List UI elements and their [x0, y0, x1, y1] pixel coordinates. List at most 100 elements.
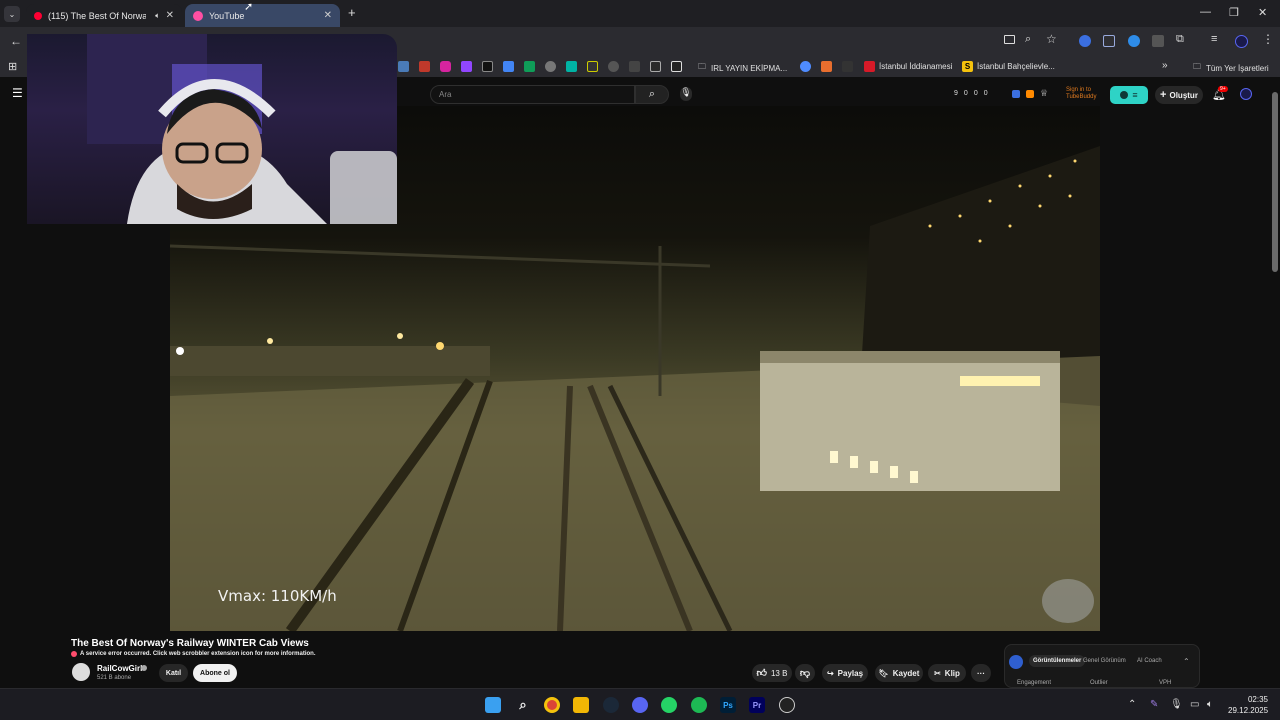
- extension-icon-1[interactable]: [1079, 35, 1091, 47]
- bookmark-icon[interactable]: [419, 61, 430, 72]
- close-tab-icon[interactable]: ✕: [324, 10, 332, 21]
- puzzle-icon[interactable]: ⧉: [1176, 33, 1184, 46]
- create-button[interactable]: + Oluştur: [1155, 86, 1203, 104]
- like-count: 13 B: [770, 668, 788, 678]
- stats-tab-ai-coach[interactable]: AI Coach: [1137, 658, 1162, 664]
- media-control-icon[interactable]: ≡: [1211, 33, 1217, 45]
- close-tab-icon[interactable]: ✕: [166, 10, 174, 21]
- search-icon[interactable]: ⌕: [515, 697, 531, 713]
- s-icon: S: [962, 61, 973, 72]
- bookmark-icon[interactable]: [671, 61, 682, 72]
- cast-icon[interactable]: [1004, 35, 1015, 44]
- bookmark-icon[interactable]: [821, 61, 832, 72]
- trophy-icon[interactable]: ♕: [1040, 88, 1048, 99]
- obs-icon[interactable]: [779, 697, 795, 713]
- error-message[interactable]: A service error occurred. Click web scro…: [71, 651, 316, 657]
- teal-extension-button[interactable]: ≡: [1110, 86, 1148, 104]
- extension-icon[interactable]: [1012, 90, 1020, 98]
- bookmark-icon[interactable]: [650, 61, 661, 72]
- folder-icon: 🗀︎: [698, 62, 706, 71]
- bookmark-icon[interactable]: [566, 61, 577, 72]
- instagram-icon[interactable]: [440, 61, 451, 72]
- tubebuddy-sign-in-link[interactable]: Sign in to TubeBuddy: [1066, 87, 1096, 101]
- all-bookmarks-folder[interactable]: 🗀︎ Tüm Yer İşaretleri: [1193, 61, 1269, 75]
- bookmark-icon[interactable]: [545, 61, 556, 72]
- channel-avatar[interactable]: [72, 663, 90, 681]
- bookmark-icon[interactable]: [842, 61, 853, 72]
- sign-in-line-1: Sign in to: [1066, 87, 1092, 93]
- avatar[interactable]: [1240, 88, 1252, 100]
- stats-tab-overview[interactable]: Genel Görünüm: [1083, 658, 1126, 664]
- chatgpt-icon[interactable]: [608, 61, 619, 72]
- file-explorer-icon[interactable]: [573, 697, 589, 713]
- bookmark-icon[interactable]: [587, 61, 598, 72]
- clock[interactable]: 02:35 29.12.2025: [1228, 694, 1268, 716]
- tray-chevron-icon[interactable]: ⌃: [1128, 699, 1136, 710]
- bookmark-istanbul-bahcelievler[interactable]: S İstanbul Bahçelievle...: [962, 61, 1055, 72]
- stats-panel: Görüntülenmeler Genel Görünüm AI Coach ⌃…: [1004, 644, 1200, 688]
- restore-icon[interactable]: ❐: [1229, 6, 1239, 19]
- join-button[interactable]: Katıl: [159, 664, 188, 682]
- premiere-icon[interactable]: Pr: [749, 697, 765, 713]
- speaker-icon[interactable]: 🔈︎: [155, 11, 160, 21]
- x-icon[interactable]: [482, 61, 493, 72]
- video-title: The Best Of Norway's Railway WINTER Cab …: [71, 638, 309, 649]
- profile-avatar[interactable]: [1235, 35, 1248, 48]
- collapse-chevron-icon[interactable]: ⌃: [1183, 657, 1190, 666]
- photoshop-icon[interactable]: Ps: [720, 697, 736, 713]
- extension-counters: 9 0 0 0: [954, 90, 988, 97]
- extension-icon[interactable]: [1026, 90, 1034, 98]
- bookmark-icon[interactable]: [398, 61, 409, 72]
- tray-pen-icon[interactable]: ✎: [1150, 699, 1158, 710]
- sheets-icon[interactable]: [524, 61, 535, 72]
- tab-norway-video[interactable]: (115) The Best Of Norway's 🔈︎ ✕: [26, 4, 182, 27]
- search-button[interactable]: ⌕: [635, 85, 669, 104]
- tab-youtube[interactable]: YouTube ✕: [185, 4, 340, 27]
- chrome-icon[interactable]: [544, 697, 560, 713]
- new-tab-button[interactable]: +: [348, 5, 356, 20]
- clip-button[interactable]: ✂ Klip: [928, 664, 966, 682]
- microphone-icon[interactable]: 🎙︎: [680, 87, 692, 101]
- twitch-icon[interactable]: [461, 61, 472, 72]
- like-button[interactable]: 👍︎ 13 B: [752, 664, 792, 682]
- tray-microphone-icon[interactable]: 🎙︎: [1170, 699, 1183, 710]
- bookmark-istanbul-iddianame[interactable]: İstanbul İddianamesi: [864, 61, 952, 72]
- bookmarks-overflow-icon[interactable]: »: [1162, 60, 1168, 71]
- close-window-icon[interactable]: ✕: [1258, 6, 1267, 19]
- search-input[interactable]: Ara: [430, 85, 635, 104]
- channel-watermark-icon[interactable]: [1042, 579, 1094, 623]
- minimize-icon[interactable]: —: [1200, 6, 1211, 18]
- stats-tab-views[interactable]: Görüntülenmeler: [1029, 655, 1086, 667]
- bookmark-icon[interactable]: [629, 61, 640, 72]
- more-actions-button[interactable]: ···: [971, 664, 991, 682]
- star-icon[interactable]: ☆: [1046, 32, 1057, 46]
- zoom-icon[interactable]: ⌕: [1025, 33, 1031, 46]
- steam-icon[interactable]: [603, 697, 619, 713]
- channel-name[interactable]: RailCowGirl: [97, 664, 142, 673]
- extension-icon-4[interactable]: [1152, 35, 1164, 47]
- spotify-icon[interactable]: [691, 697, 707, 713]
- notification-badge: 9+: [1218, 86, 1228, 92]
- docs-icon[interactable]: [503, 61, 514, 72]
- extension-icon-2[interactable]: [1103, 35, 1115, 47]
- extension-icon-3[interactable]: [1128, 35, 1140, 47]
- gemini-icon[interactable]: [800, 61, 811, 72]
- dislike-button[interactable]: 👎︎: [795, 664, 815, 682]
- subscribe-button[interactable]: Abone ol: [193, 664, 237, 682]
- kebab-menu-icon[interactable]: ⋮: [1262, 32, 1274, 46]
- bookmark-folder-irl[interactable]: 🗀︎ IRL YAYIN EKİPMA...: [698, 61, 787, 75]
- counter-value: 0: [983, 90, 988, 97]
- tab-search-button[interactable]: ⌄: [4, 6, 20, 22]
- thumbs-up-icon: 👍︎: [756, 668, 767, 679]
- tray-volume-icon[interactable]: 🔈︎: [1207, 699, 1213, 710]
- scrollbar-thumb[interactable]: [1272, 92, 1278, 272]
- whatsapp-icon[interactable]: [661, 697, 677, 713]
- discord-icon[interactable]: [632, 697, 648, 713]
- back-arrow-icon[interactable]: ←: [10, 34, 22, 48]
- share-button[interactable]: ↪ Paylaş: [822, 664, 868, 682]
- hamburger-menu-icon[interactable]: ☰: [12, 86, 23, 100]
- start-windows-icon[interactable]: [485, 697, 501, 713]
- apps-grid-icon[interactable]: ⊞: [8, 60, 17, 73]
- tray-network-icon[interactable]: ▭: [1190, 699, 1199, 710]
- save-button[interactable]: 🔖︎ Kaydet: [875, 664, 923, 682]
